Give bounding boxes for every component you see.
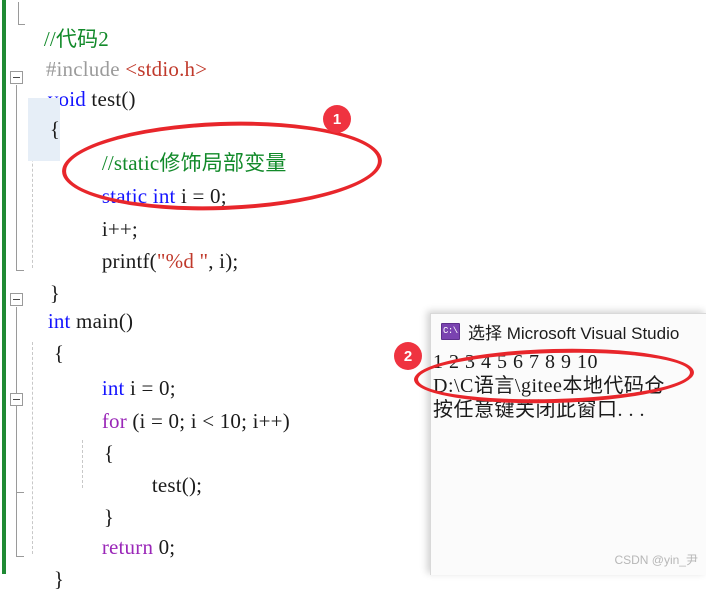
token-func-printf: printf(: [101, 249, 157, 273]
console-output-line: D:\C语言\gitee本地代码仓: [433, 375, 665, 397]
csdn-watermark: CSDN @yin_尹: [614, 553, 698, 567]
fold-toggle-for-loop[interactable]: [10, 393, 23, 406]
fold-toggle-int-main[interactable]: [10, 293, 23, 306]
console-output-window[interactable]: 选择 Microsoft Visual Studio 1 2 3 4 5 6 7…: [430, 313, 706, 575]
console-output-line: 1 2 3 4 5 6 7 8 9 10: [433, 351, 598, 373]
code-line-brace-open-test[interactable]: {: [28, 98, 61, 161]
token-brace: {: [53, 341, 65, 365]
code-line-brace-open-main[interactable]: {: [32, 322, 64, 385]
token-brace: {: [103, 441, 115, 465]
code-line-return[interactable]: return 0;: [80, 516, 175, 579]
console-output-body: 1 2 3 4 5 6 7 8 9 10 D:\C语言\gitee本地代码仓 按…: [431, 348, 706, 422]
token-decl-rest: i = 0;: [175, 184, 227, 208]
code-line-printf[interactable]: printf("%d ", i);: [80, 230, 238, 293]
token-return-value: 0;: [153, 535, 176, 559]
code-line-brace-open-for[interactable]: {: [82, 422, 114, 485]
token-func-name-main: main(): [70, 309, 134, 333]
console-window-title: 选择 Microsoft Visual Studio: [468, 323, 680, 343]
console-title-bar[interactable]: 选择 Microsoft Visual Studio: [431, 314, 706, 348]
fold-guide-line: [16, 85, 17, 270]
token-keyword-return: return: [101, 535, 154, 559]
token-func-name-test: test(): [85, 87, 136, 111]
token-string-literal: "%d ": [156, 249, 209, 273]
token-for-clause: (i = 0; i < 10; i++): [126, 409, 290, 433]
token-brace: {: [49, 117, 61, 141]
token-keyword-int: int: [152, 184, 176, 208]
fold-guide-tick: [16, 492, 24, 493]
token-printf-args: , i);: [208, 249, 239, 273]
token-header-name: <stdio.h>: [125, 57, 208, 81]
token-call-test: test();: [151, 473, 203, 497]
code-line-call-test[interactable]: test();: [130, 454, 202, 517]
console-app-icon: [441, 322, 460, 340]
fold-guide-line: [16, 307, 17, 556]
fold-guide-tick: [16, 556, 24, 557]
token-brace: }: [53, 567, 65, 591]
fold-toggle-void-test[interactable]: [10, 71, 23, 84]
fold-guide-line: [18, 2, 19, 24]
console-output-line: 按任意键关闭此窗口. . .: [433, 399, 645, 421]
fold-guide-tick: [16, 270, 24, 271]
code-line-brace-close-main[interactable]: }: [32, 548, 64, 611]
